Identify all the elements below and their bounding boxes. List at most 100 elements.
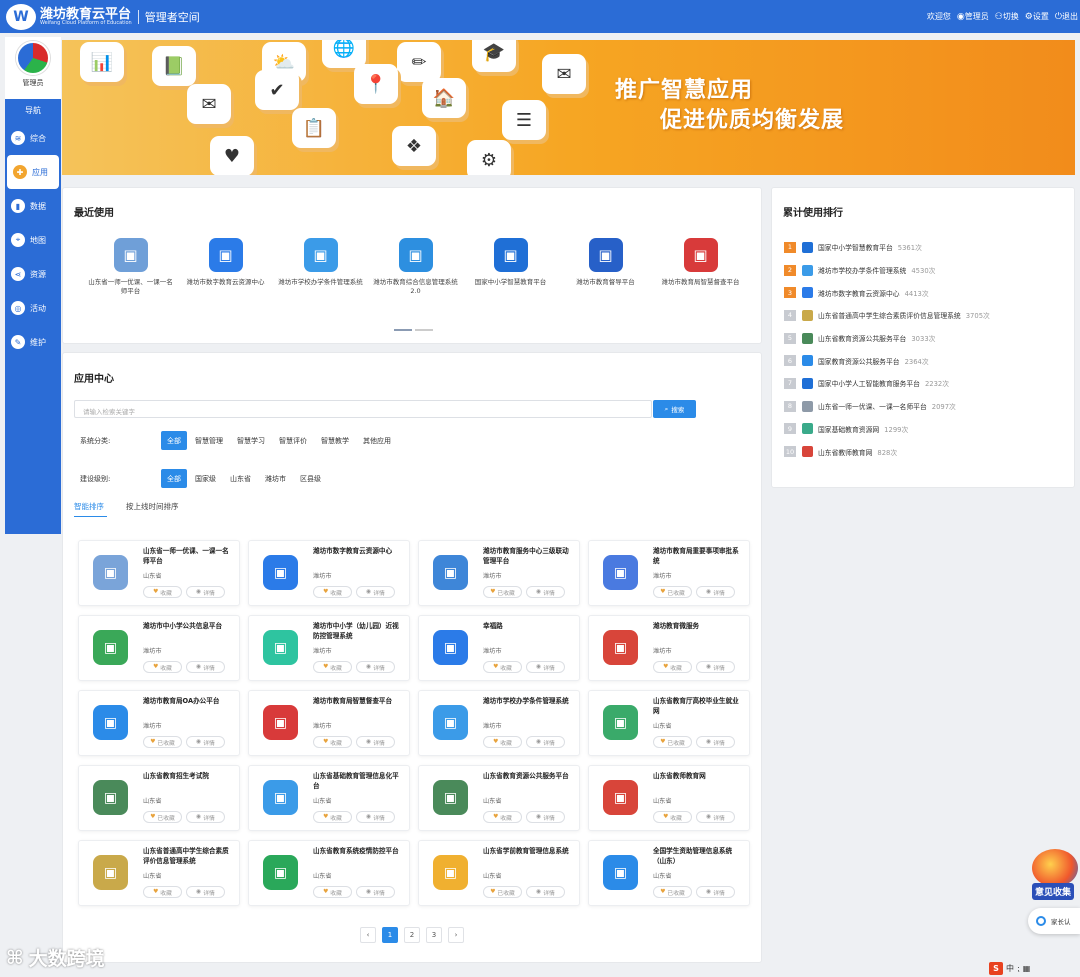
level-option[interactable]: 全部 [161,469,187,488]
favorite-button[interactable]: ♥ 收藏 [313,886,352,898]
page-button[interactable]: 2 [404,927,420,943]
app-card[interactable]: ▣ 山东省学前教育管理信息系统 山东省 ♥ 已收藏 ◉ 详情 [418,840,580,906]
favorite-button[interactable]: ♥ 已收藏 [653,736,692,748]
app-card[interactable]: ▣ 潍坊市中小学公共信息平台 潍坊市 ♥ 收藏 ◉ 详情 [78,615,240,681]
category-option[interactable]: 智慧管理 [189,431,229,450]
app-card[interactable]: ▣ 潍坊市中小学（幼儿园）近视防控管理系统 潍坊市 ♥ 收藏 ◉ 详情 [248,615,410,681]
carousel-dots[interactable] [394,329,433,331]
app-card[interactable]: ▣ 山东省一师一优课、一课一名师平台 山东省 ♥ 收藏 ◉ 详情 [78,540,240,606]
rank-row[interactable]: 10 山东省教师教育网 828次 [784,440,1069,463]
feedback-float[interactable]: 意见收集 [1024,849,1080,901]
page-button[interactable]: 1 [382,927,398,943]
detail-button[interactable]: ◉ 详情 [186,736,225,748]
sidebar-item[interactable]: ⋖ 资源 [5,257,61,291]
detail-button[interactable]: ◉ 详情 [186,661,225,673]
recent-app-item[interactable]: ▣ 山东省一师一优课、一课一名师平台 [83,238,178,296]
app-card[interactable]: ▣ 潍坊市教育局OA办公平台 潍坊市 ♥ 已收藏 ◉ 详情 [78,690,240,756]
rank-row[interactable]: 8 山东省一师一优课、一课一名师平台 2097次 [784,395,1069,418]
app-card[interactable]: ▣ 山东省普通高中学生综合素质评价信息管理系统 山东省 ♥ 收藏 ◉ 详情 [78,840,240,906]
detail-button[interactable]: ◉ 详情 [526,886,565,898]
level-option[interactable]: 国家级 [189,469,222,488]
sidebar-item[interactable]: ✎ 维护 [5,325,61,359]
category-option[interactable]: 智慧教学 [315,431,355,450]
avatar[interactable] [16,41,50,75]
detail-button[interactable]: ◉ 详情 [696,811,735,823]
tab-smart-sort[interactable]: 智能排序 [74,501,104,512]
app-card[interactable]: ▣ 潍坊市学校办学条件管理系统 潍坊市 ♥ 收藏 ◉ 详情 [418,690,580,756]
user-menu[interactable]: ◉管理员 [957,11,989,22]
sidebar-item[interactable]: ≋ 综合 [5,121,61,155]
detail-button[interactable]: ◉ 详情 [186,886,225,898]
rank-row[interactable]: 7 国家中小学人工智能教育服务平台 2232次 [784,372,1069,395]
settings-button[interactable]: ⚙设置 [1025,11,1049,22]
sidebar-item[interactable]: ⌖ 地图 [5,223,61,257]
app-card[interactable]: ▣ 全国学生资助管理信息系统（山东） 山东省 ♥ 已收藏 ◉ 详情 [588,840,750,906]
category-option[interactable]: 全部 [161,431,187,450]
level-option[interactable]: 区县级 [294,469,327,488]
detail-button[interactable]: ◉ 详情 [526,736,565,748]
page-button[interactable]: ‹ [360,927,376,943]
category-option[interactable]: 智慧评价 [273,431,313,450]
detail-button[interactable]: ◉ 详情 [526,586,565,598]
favorite-button[interactable]: ♥ 已收藏 [653,886,692,898]
detail-button[interactable]: ◉ 详情 [356,886,395,898]
favorite-button[interactable]: ♥ 收藏 [653,811,692,823]
switch-button[interactable]: ⚇切换 [995,11,1019,22]
detail-button[interactable]: ◉ 详情 [356,586,395,598]
recent-app-item[interactable]: ▣ 潍坊市教育综合信息管理系统 2.0 [368,238,463,296]
rank-row[interactable]: 4 山东省普通高中学生综合素质评价信息管理系统 3705次 [784,304,1069,327]
app-card[interactable]: ▣ 山东省教师教育网 山东省 ♥ 收藏 ◉ 详情 [588,765,750,831]
recent-app-item[interactable]: ▣ 潍坊市数字教育云资源中心 [178,238,273,296]
favorite-button[interactable]: ♥ 收藏 [143,586,182,598]
search-button[interactable]: ⌕ 搜索 [653,400,696,418]
search-input[interactable]: 请输入检索关键字 [74,400,652,418]
parent-auth-float[interactable]: 家长认 [1028,908,1080,934]
favorite-button[interactable]: ♥ 收藏 [653,661,692,673]
favorite-button[interactable]: ♥ 已收藏 [483,886,522,898]
app-card[interactable]: ▣ 山东省教育资源公共服务平台 山东省 ♥ 收藏 ◉ 详情 [418,765,580,831]
favorite-button[interactable]: ♥ 收藏 [313,586,352,598]
recent-app-item[interactable]: ▣ 潍坊市学校办学条件管理系统 [273,238,368,296]
category-option[interactable]: 智慧学习 [231,431,271,450]
recent-app-item[interactable]: ▣ 国家中小学智慧教育平台 [463,238,558,296]
detail-button[interactable]: ◉ 详情 [186,586,225,598]
recent-app-item[interactable]: ▣ 潍坊市教育局智慧督查平台 [653,238,748,296]
favorite-button[interactable]: ♥ 已收藏 [483,586,522,598]
app-card[interactable]: ▣ 潍坊教育微服务 潍坊市 ♥ 收藏 ◉ 详情 [588,615,750,681]
detail-button[interactable]: ◉ 详情 [356,811,395,823]
ime-toolbar[interactable]: S 中 ⁏ ▦ [989,962,1030,975]
rank-row[interactable]: 6 国家教育资源公共服务平台 2364次 [784,349,1069,372]
favorite-button[interactable]: ♥ 收藏 [143,661,182,673]
favorite-button[interactable]: ♥ 收藏 [313,811,352,823]
detail-button[interactable]: ◉ 详情 [526,661,565,673]
detail-button[interactable]: ◉ 详情 [356,736,395,748]
detail-button[interactable]: ◉ 详情 [186,811,225,823]
app-card[interactable]: ▣ 潍坊市教育局重要事项审批系统 潍坊市 ♥ 已收藏 ◉ 详情 [588,540,750,606]
sidebar-item[interactable]: ◎ 活动 [5,291,61,325]
detail-button[interactable]: ◉ 详情 [696,736,735,748]
app-card[interactable]: ▣ 潍坊市数字教育云资源中心 潍坊市 ♥ 收藏 ◉ 详情 [248,540,410,606]
favorite-button[interactable]: ♥ 收藏 [483,661,522,673]
rank-row[interactable]: 3 潍坊市数字教育云资源中心 4413次 [784,281,1069,304]
app-card[interactable]: ▣ 山东省教育厅高校毕业生就业网 山东省 ♥ 已收藏 ◉ 详情 [588,690,750,756]
rank-row[interactable]: 1 国家中小学智慧教育平台 5361次 [784,236,1069,259]
detail-button[interactable]: ◉ 详情 [356,661,395,673]
page-button[interactable]: 3 [426,927,442,943]
app-card[interactable]: ▣ 潍坊市教育局智慧督查平台 潍坊市 ♥ 收藏 ◉ 详情 [248,690,410,756]
detail-button[interactable]: ◉ 详情 [526,811,565,823]
app-card[interactable]: ▣ 山东省基础教育管理信息化平台 山东省 ♥ 收藏 ◉ 详情 [248,765,410,831]
favorite-button[interactable]: ♥ 收藏 [143,886,182,898]
detail-button[interactable]: ◉ 详情 [696,661,735,673]
app-card[interactable]: ▣ 山东省教育系统疫情防控平台 山东省 ♥ 收藏 ◉ 详情 [248,840,410,906]
sidebar-item[interactable]: ✚ 应用 [7,155,59,189]
detail-button[interactable]: ◉ 详情 [696,886,735,898]
favorite-button[interactable]: ♥ 收藏 [313,736,352,748]
favorite-button[interactable]: ♥ 收藏 [313,661,352,673]
platform-logo[interactable]: W 潍坊教育云平台 Weifang Cloud Platform of Educ… [6,3,132,30]
app-card[interactable]: ▣ 山东省教育招生考试院 山东省 ♥ 已收藏 ◉ 详情 [78,765,240,831]
category-option[interactable]: 其他应用 [357,431,397,450]
rank-row[interactable]: 5 山东省教育资源公共服务平台 3033次 [784,327,1069,350]
favorite-button[interactable]: ♥ 已收藏 [143,736,182,748]
level-option[interactable]: 山东省 [224,469,257,488]
favorite-button[interactable]: ♥ 收藏 [483,736,522,748]
